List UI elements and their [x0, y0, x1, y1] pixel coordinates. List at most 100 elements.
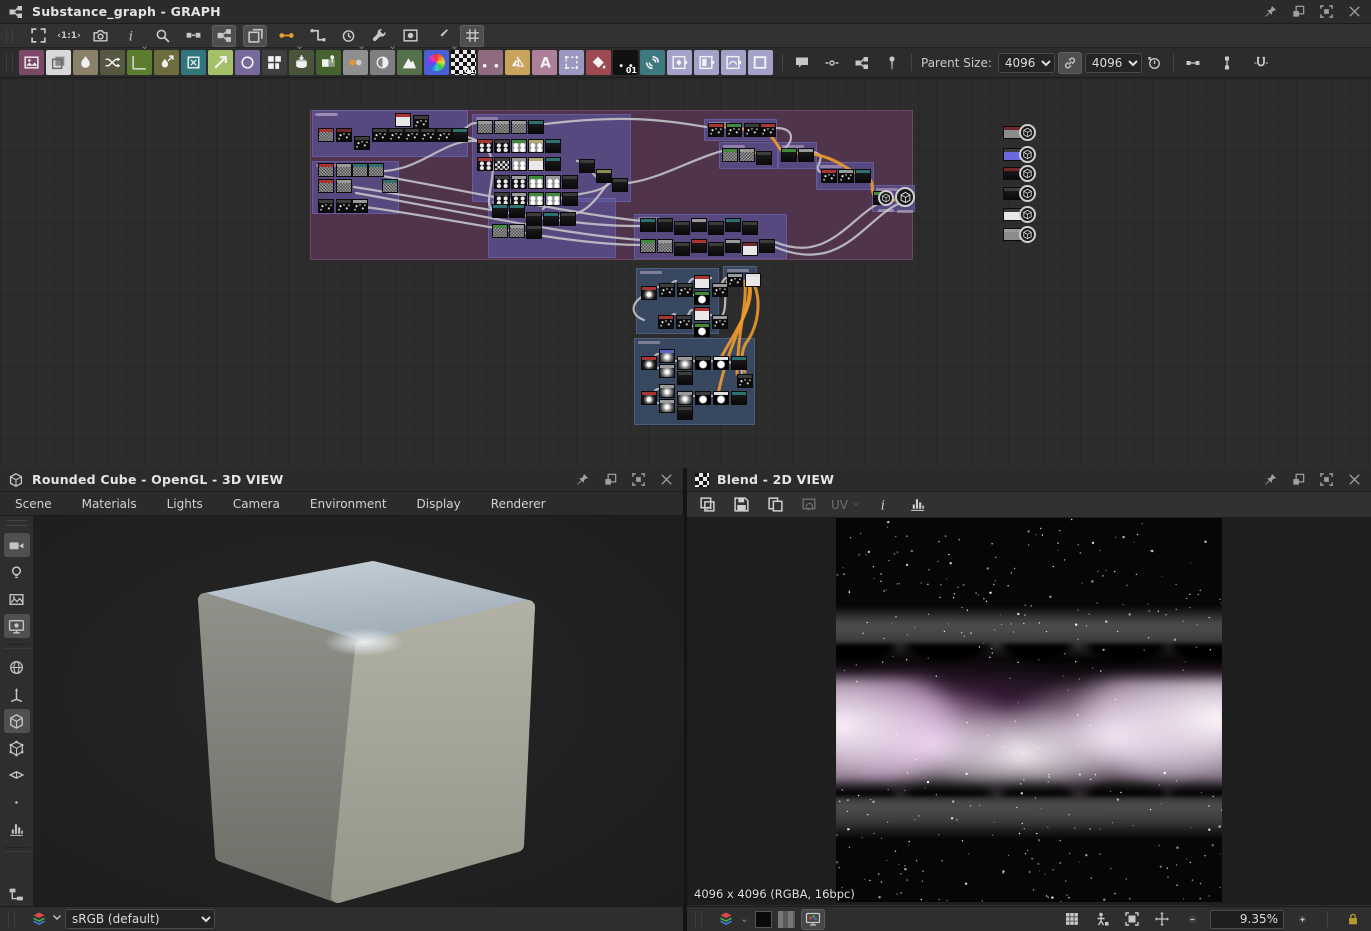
background-color-swatch[interactable]	[755, 911, 772, 928]
output-basecolor-3d-icon[interactable]	[1019, 124, 1036, 141]
graph-node[interactable]	[352, 199, 368, 213]
menu-renderer[interactable]: Renderer	[476, 497, 561, 511]
graph-node[interactable]	[528, 175, 544, 189]
menu-materials[interactable]: Materials	[67, 497, 152, 511]
gradient-map-node[interactable]	[316, 50, 341, 75]
copy-image-button[interactable]	[695, 494, 719, 516]
pin-button[interactable]	[1263, 4, 1279, 20]
graph-node[interactable]	[677, 406, 693, 420]
spline-node[interactable]	[478, 50, 503, 75]
graph-node[interactable]	[545, 139, 561, 153]
graph-node[interactable]	[731, 391, 747, 405]
link-creation-mode-button[interactable]	[274, 25, 298, 47]
graph-node[interactable]	[712, 283, 728, 297]
graph-node[interactable]	[821, 169, 837, 183]
ruler-toggle-button[interactable]	[1090, 908, 1114, 930]
graph-node[interactable]	[694, 291, 710, 305]
graph-node[interactable]	[382, 179, 398, 193]
close-button[interactable]	[1347, 472, 1363, 488]
bottombar-drag-handle[interactable]	[8, 911, 15, 928]
zoom-level-input[interactable]	[1210, 910, 1284, 929]
graph-node[interactable]	[336, 199, 352, 213]
paste-image-button[interactable]	[763, 494, 787, 516]
graph-node[interactable]	[596, 169, 612, 183]
graph-node[interactable]	[641, 286, 657, 300]
graph-node[interactable]	[562, 175, 578, 189]
graph-node[interactable]	[744, 123, 760, 137]
graph-node[interactable]	[404, 128, 420, 142]
graph-node[interactable]	[737, 374, 753, 388]
graph-node[interactable]	[712, 315, 728, 329]
graph-node[interactable]	[336, 163, 352, 177]
graph-node[interactable]	[659, 364, 675, 378]
size-reset-button[interactable]	[1142, 52, 1166, 74]
graph-node[interactable]	[545, 157, 561, 171]
graph-node[interactable]	[545, 192, 561, 206]
histogram-view-button[interactable]	[905, 494, 929, 516]
link-routing-button[interactable]	[305, 25, 329, 47]
graph-node[interactable]	[318, 128, 334, 142]
curve-node[interactable]	[127, 50, 152, 75]
uv-sphere-mesh-button[interactable]	[4, 655, 30, 679]
graph-node[interactable]	[388, 128, 404, 142]
graph-node[interactable]	[725, 218, 741, 232]
zoom-actual-button[interactable]: ‹1:1›	[57, 25, 81, 47]
graph-node[interactable]	[677, 356, 693, 370]
maximize-button[interactable]	[1319, 472, 1335, 488]
align-vertical-button[interactable]	[1215, 52, 1239, 74]
menu-display[interactable]: Display	[402, 497, 476, 511]
graph-node[interactable]	[318, 163, 334, 177]
gizmo-tool-button[interactable]	[4, 682, 30, 706]
graph-node[interactable]	[511, 175, 527, 189]
graph-view-mode-button[interactable]	[212, 25, 236, 47]
gradient-node[interactable]	[370, 50, 395, 75]
float-button[interactable]	[1291, 4, 1307, 20]
screenshot-button[interactable]	[88, 25, 112, 47]
info-button[interactable]: i	[119, 25, 143, 47]
graph-node[interactable]	[477, 139, 493, 153]
channels-select-button[interactable]	[714, 908, 738, 930]
graph-node[interactable]	[708, 242, 724, 256]
menu-lights[interactable]: Lights	[152, 497, 218, 511]
float-button[interactable]	[1291, 472, 1307, 488]
graph-node[interactable]	[659, 399, 675, 413]
graph-node[interactable]	[676, 315, 692, 329]
thumbnail-display-button[interactable]	[398, 25, 422, 47]
turbine-mesh-button[interactable]	[4, 790, 30, 814]
view-2d-canvas[interactable]: 4096 x 4096 (RGBA, 16bpc)	[687, 518, 1371, 905]
graph-node[interactable]	[658, 315, 674, 329]
graph-node[interactable]	[691, 218, 707, 232]
graph-node[interactable]	[511, 139, 527, 153]
output-roughness-3d-icon[interactable]	[1019, 165, 1036, 182]
graph-node[interactable]	[726, 123, 742, 137]
graph-node[interactable]	[579, 159, 595, 173]
graph-node[interactable]	[526, 225, 542, 239]
graph-node[interactable]	[694, 307, 710, 321]
graph-node[interactable]	[781, 148, 797, 162]
graph-node[interactable]	[677, 283, 693, 297]
colorspace-layers-icon[interactable]	[27, 908, 51, 930]
menu-camera[interactable]: Camera	[218, 497, 295, 511]
graph-node[interactable]	[731, 356, 747, 370]
size-link-icon[interactable]	[1058, 52, 1082, 74]
graph-node[interactable]	[494, 139, 510, 153]
tools-button[interactable]	[367, 25, 391, 47]
graph-node[interactable]	[492, 204, 508, 218]
transform-2d-node[interactable]	[559, 50, 584, 75]
graph-node[interactable]	[713, 391, 729, 405]
comment-button[interactable]	[790, 52, 814, 74]
graph-node[interactable]	[694, 275, 710, 289]
graph-node[interactable]	[641, 391, 657, 405]
fxmap-node[interactable]	[640, 50, 665, 75]
graph-node[interactable]	[395, 113, 411, 127]
symmetry-node[interactable]	[505, 50, 530, 75]
fx-empty-node[interactable]	[748, 50, 773, 75]
graph-node[interactable]	[528, 139, 544, 153]
graph-node[interactable]	[368, 163, 384, 177]
save-image-button[interactable]	[729, 494, 753, 516]
graph-node[interactable]	[509, 224, 525, 238]
graph-node[interactable]	[526, 212, 542, 226]
graph-node[interactable]	[713, 356, 729, 370]
value-01-node[interactable]: 01	[613, 50, 638, 75]
display-settings-tool-button[interactable]	[4, 614, 30, 638]
